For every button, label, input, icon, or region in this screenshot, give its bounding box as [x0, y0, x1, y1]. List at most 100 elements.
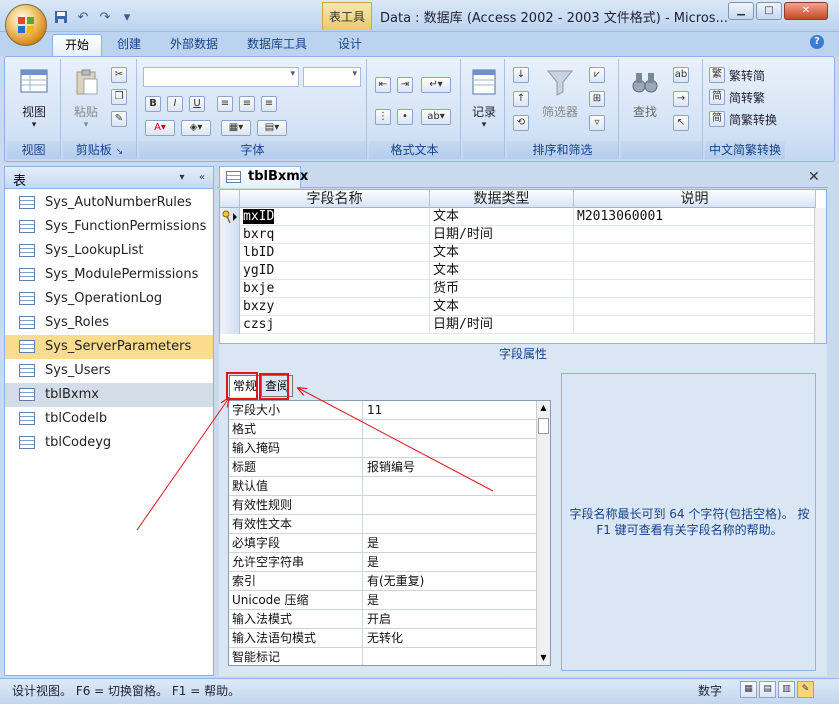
- customize-qat-icon[interactable]: ▾: [118, 8, 136, 26]
- scroll-thumb[interactable]: [538, 418, 549, 434]
- scroll-down-icon[interactable]: ▼: [537, 651, 550, 665]
- traditional-to-simplified-button[interactable]: 繁转简: [729, 67, 765, 84]
- nav-item[interactable]: Sys_ModulePermissions: [5, 263, 213, 287]
- property-value[interactable]: 无转化: [364, 629, 536, 648]
- property-row[interactable]: 允许空字符串是: [229, 553, 537, 572]
- row-selector[interactable]: [220, 226, 240, 244]
- tab-design[interactable]: 设计: [326, 34, 374, 56]
- view-button[interactable]: 视图 ▾: [15, 67, 53, 130]
- nav-item[interactable]: Sys_LookupList: [5, 239, 213, 263]
- property-row[interactable]: 默认值: [229, 477, 537, 496]
- field-name-cell[interactable]: czsj: [240, 316, 430, 334]
- font-size-combo[interactable]: [303, 67, 361, 87]
- gridlines-icon[interactable]: ▦▾: [221, 120, 251, 136]
- property-value[interactable]: 有(无重复): [364, 572, 536, 591]
- table-row[interactable]: lbID 文本: [220, 244, 816, 262]
- save-icon[interactable]: [52, 8, 70, 26]
- property-row[interactable]: 输入掩码: [229, 439, 537, 458]
- data-type-cell[interactable]: 日期/时间: [430, 316, 574, 334]
- simplified-to-traditional-button[interactable]: 简转繁: [729, 89, 765, 106]
- close-button[interactable]: ✕: [784, 2, 828, 20]
- increase-indent-icon[interactable]: ⇥: [397, 77, 413, 93]
- row-selector[interactable]: [220, 316, 240, 334]
- property-row[interactable]: Unicode 压缩是: [229, 591, 537, 610]
- row-selector[interactable]: [220, 298, 240, 316]
- bold-icon[interactable]: B: [145, 96, 161, 112]
- minimize-button[interactable]: ▁: [728, 2, 754, 20]
- filter-button[interactable]: 筛选器: [537, 67, 583, 120]
- description-cell[interactable]: [574, 298, 816, 316]
- row-selector[interactable]: [220, 244, 240, 262]
- property-value[interactable]: [364, 439, 536, 458]
- nav-dropdown-icon[interactable]: ▾: [175, 171, 189, 185]
- property-value[interactable]: 报销编号: [364, 458, 536, 477]
- table-row[interactable]: bxzy 文本: [220, 298, 816, 316]
- tab-external-data[interactable]: 外部数据: [158, 34, 230, 56]
- design-view-icon[interactable]: ✎: [797, 681, 814, 698]
- table-row[interactable]: bxrq 日期/时间: [220, 226, 816, 244]
- format-painter-icon[interactable]: ✎: [111, 111, 127, 127]
- redo-icon[interactable]: ↷: [96, 8, 114, 26]
- property-row[interactable]: 索引 有(无重复): [229, 572, 537, 591]
- simplified-to-traditional-icon[interactable]: 简: [709, 89, 725, 105]
- advanced-filter-icon[interactable]: ⊞: [589, 91, 605, 107]
- decrease-indent-icon[interactable]: ⇤: [375, 77, 391, 93]
- numbering-icon[interactable]: ⋮: [375, 109, 391, 125]
- property-row[interactable]: 智能标记: [229, 648, 537, 665]
- document-close-icon[interactable]: ✕: [808, 169, 820, 185]
- property-value[interactable]: 开启: [364, 610, 536, 629]
- property-row[interactable]: 输入法语句模式 无转化: [229, 629, 537, 648]
- field-name-cell[interactable]: bxrq: [240, 226, 430, 244]
- table-row[interactable]: bxje 货币: [220, 280, 816, 298]
- row-selector[interactable]: [220, 262, 240, 280]
- help-icon[interactable]: ?: [810, 35, 824, 49]
- highlight-icon[interactable]: ab▾: [421, 109, 451, 125]
- font-color-icon[interactable]: A▾: [145, 120, 175, 136]
- description-cell[interactable]: [574, 262, 816, 280]
- property-value[interactable]: [364, 515, 536, 534]
- nav-item[interactable]: tblBxmx: [5, 383, 213, 407]
- property-row[interactable]: 有效性规则: [229, 496, 537, 515]
- description-cell[interactable]: [574, 316, 816, 334]
- maximize-button[interactable]: □: [756, 2, 782, 20]
- chinese-convert-icon[interactable]: 简: [709, 111, 725, 127]
- table-row[interactable]: ygID 文本: [220, 262, 816, 280]
- data-type-cell[interactable]: 文本: [430, 298, 574, 316]
- nav-item[interactable]: Sys_OperationLog: [5, 287, 213, 311]
- selection-filter-icon[interactable]: ⩗: [589, 67, 605, 83]
- field-name-cell[interactable]: lbID: [240, 244, 430, 262]
- data-type-cell[interactable]: 文本: [430, 244, 574, 262]
- sort-descending-icon[interactable]: ↑: [513, 91, 529, 107]
- property-row[interactable]: 字段大小 11: [229, 401, 537, 420]
- property-row[interactable]: 有效性文本: [229, 515, 537, 534]
- align-center-icon[interactable]: ≡: [239, 96, 255, 112]
- property-row[interactable]: 输入法模式 开启: [229, 610, 537, 629]
- property-value[interactable]: [364, 496, 536, 515]
- align-right-icon[interactable]: ≡: [261, 96, 277, 112]
- description-cell[interactable]: [574, 226, 816, 244]
- text-direction-icon[interactable]: ↵▾: [421, 77, 451, 93]
- data-type-cell[interactable]: 日期/时间: [430, 226, 574, 244]
- italic-icon[interactable]: I: [167, 96, 183, 112]
- property-value[interactable]: [364, 477, 536, 496]
- scroll-up-icon[interactable]: ▲: [537, 401, 550, 415]
- tab-create[interactable]: 创建: [105, 34, 153, 56]
- property-row[interactable]: 标题 报销编号: [229, 458, 537, 477]
- property-row[interactable]: 必填字段是: [229, 534, 537, 553]
- paste-button[interactable]: 粘贴 ▾: [67, 67, 105, 130]
- tab-database-tools[interactable]: 数据库工具: [235, 34, 319, 56]
- alternate-fill-icon[interactable]: ▤▾: [257, 120, 287, 136]
- nav-item[interactable]: Sys_FunctionPermissions: [5, 215, 213, 239]
- row-selector[interactable]: [220, 280, 240, 298]
- select-icon[interactable]: ↖: [673, 115, 689, 131]
- data-type-cell[interactable]: 文本: [430, 262, 574, 280]
- nav-pane-header[interactable]: 表 ▾ «: [5, 167, 213, 189]
- goto-icon[interactable]: →: [673, 91, 689, 107]
- property-list-scrollbar[interactable]: ▲ ▼: [536, 401, 550, 665]
- chinese-convert-button[interactable]: 简繁转换: [729, 111, 777, 128]
- property-row[interactable]: 格式: [229, 420, 537, 439]
- undo-icon[interactable]: ↶: [74, 8, 92, 26]
- property-value[interactable]: [364, 648, 536, 665]
- tab-home[interactable]: 开始: [52, 34, 103, 56]
- data-type-cell[interactable]: 文本: [430, 208, 574, 226]
